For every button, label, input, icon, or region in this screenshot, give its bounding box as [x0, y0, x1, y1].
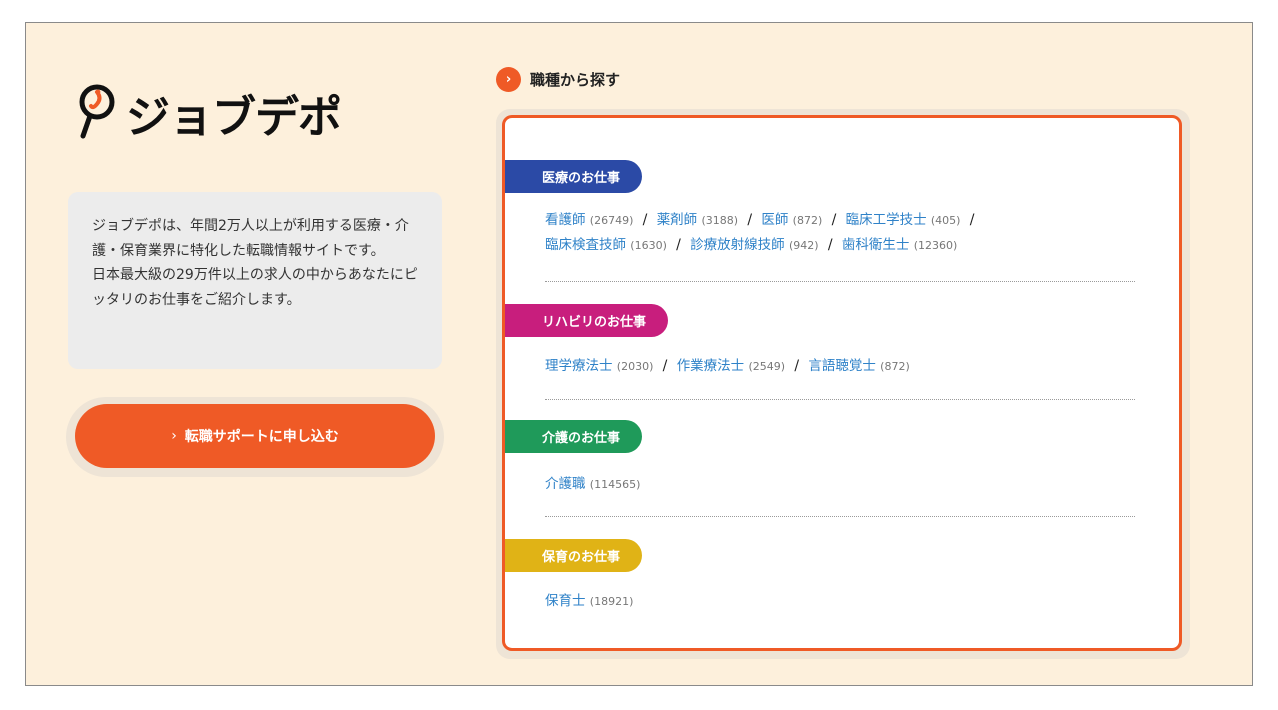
separator: /	[969, 212, 975, 228]
job-link-speech-therapist[interactable]: 言語聴覚士	[808, 358, 876, 374]
separator: /	[662, 358, 668, 374]
cta-wrapper: › 転職サポートに申し込む	[66, 397, 444, 477]
job-list-care: 介護職 (114565)	[545, 472, 1145, 497]
apply-support-button[interactable]: › 転職サポートに申し込む	[75, 404, 435, 468]
job-link-pharmacist[interactable]: 薬剤師	[657, 212, 698, 228]
job-link-dental-hygienist[interactable]: 歯科衛生士	[842, 237, 910, 253]
job-line: 理学療法士 (2030) / 作業療法士 (2549) / 言語聴覚士 (872…	[545, 354, 1145, 379]
section-title-label: 職種から探す	[530, 71, 621, 89]
job-link-clinical-engineer[interactable]: 臨床工学技士	[846, 212, 927, 228]
magnifier-logo-icon	[76, 82, 122, 144]
job-count: (1630)	[630, 239, 667, 252]
job-list-childcare: 保育士 (18921)	[545, 589, 1145, 614]
category-tag-care: 介護のお仕事	[505, 420, 643, 453]
apply-support-label: 転職サポートに申し込む	[184, 429, 339, 445]
chevron-circle-icon: ›	[496, 67, 521, 92]
job-link-radiologic-technologist[interactable]: 診療放射線技師	[690, 237, 785, 253]
job-count: (405)	[930, 214, 961, 227]
job-line: 看護師 (26749) / 薬剤師 (3188) / 医師 (872) / 臨床…	[545, 208, 1145, 233]
job-count: (872)	[792, 214, 823, 227]
job-link-nurse[interactable]: 看護師	[545, 212, 586, 228]
category-tag-childcare: 保育のお仕事	[505, 539, 643, 572]
job-count: (872)	[880, 360, 910, 373]
job-list-medical: 看護師 (26749) / 薬剤師 (3188) / 医師 (872) / 臨床…	[545, 208, 1145, 258]
job-line: 保育士 (18921)	[545, 589, 1145, 614]
chevron-right-icon: ›	[171, 428, 177, 444]
category-tag-rehab: リハビリのお仕事	[505, 304, 669, 337]
separator: /	[642, 212, 648, 228]
job-category-panel: 医療のお仕事 看護師 (26749) / 薬剤師 (3188) / 医師 (87…	[502, 115, 1182, 651]
job-list-rehab: 理学療法士 (2030) / 作業療法士 (2549) / 言語聴覚士 (872…	[545, 354, 1145, 379]
job-link-doctor[interactable]: 医師	[761, 212, 788, 228]
section-title: › 職種から探す	[496, 67, 620, 92]
job-count: (18921)	[589, 595, 634, 608]
job-count: (942)	[788, 239, 819, 252]
job-link-care-worker[interactable]: 介護職	[545, 476, 586, 492]
job-line: 臨床検査技師 (1630) / 診療放射線技師 (942) / 歯科衛生士 (1…	[545, 233, 1145, 258]
separator: /	[827, 237, 833, 253]
dotted-divider	[545, 281, 1135, 282]
separator: /	[747, 212, 753, 228]
job-link-occupational-therapist[interactable]: 作業療法士	[677, 358, 745, 374]
dotted-divider	[545, 516, 1135, 517]
job-count: (114565)	[589, 478, 641, 491]
job-count: (12360)	[913, 239, 958, 252]
separator: /	[676, 237, 681, 253]
separator: /	[794, 358, 800, 374]
job-count: (2549)	[748, 360, 786, 373]
job-line: 介護職 (114565)	[545, 472, 1145, 497]
job-count: (26749)	[589, 214, 634, 227]
job-link-childcare-worker[interactable]: 保育士	[545, 593, 586, 609]
intro-text: ジョブデポは、年間2万人以上が利用する医療・介護・保育業界に特化した転職情報サイ…	[92, 218, 418, 308]
job-count: (3188)	[701, 214, 739, 227]
logo[interactable]: ジョブデポ	[76, 81, 342, 145]
job-link-lab-technician[interactable]: 臨床検査技師	[545, 237, 626, 253]
intro-box: ジョブデポは、年間2万人以上が利用する医療・介護・保育業界に特化した転職情報サイ…	[68, 192, 442, 369]
logo-text: ジョブデポ	[126, 92, 342, 143]
job-link-physical-therapist[interactable]: 理学療法士	[545, 358, 613, 374]
separator: /	[831, 212, 837, 228]
job-count: (2030)	[616, 360, 654, 373]
category-tag-medical: 医療のお仕事	[505, 160, 643, 193]
dotted-divider	[545, 399, 1135, 400]
